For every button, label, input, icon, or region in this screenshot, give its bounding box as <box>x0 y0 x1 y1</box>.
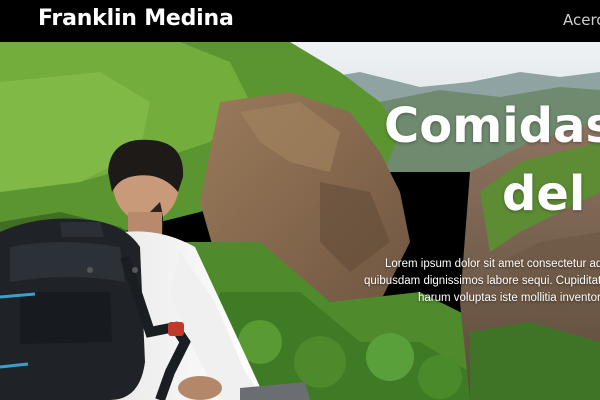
hero-description-line-1: Lorem ipsum dolor sit amet consectetur a… <box>385 258 600 270</box>
hero-title-line-2: del <box>502 166 586 222</box>
hero-description-line-3: harum voluptas iste mollitia inventore <box>418 292 600 304</box>
page: Franklin Medina Acer c <box>0 0 600 400</box>
hero-title-line-1: Comidas <box>384 98 600 154</box>
hero-description-line-2: quibusdam dignissimos labore sequi. Cupi… <box>364 275 600 287</box>
nav-link-acerca[interactable]: Acerc <box>563 10 600 30</box>
brand-logo-link[interactable]: Franklin Medina <box>38 5 234 33</box>
top-navbar: Franklin Medina Acerc <box>0 0 600 42</box>
hero-banner: Comidas del Lorem ipsum dolor sit amet c… <box>0 42 600 400</box>
